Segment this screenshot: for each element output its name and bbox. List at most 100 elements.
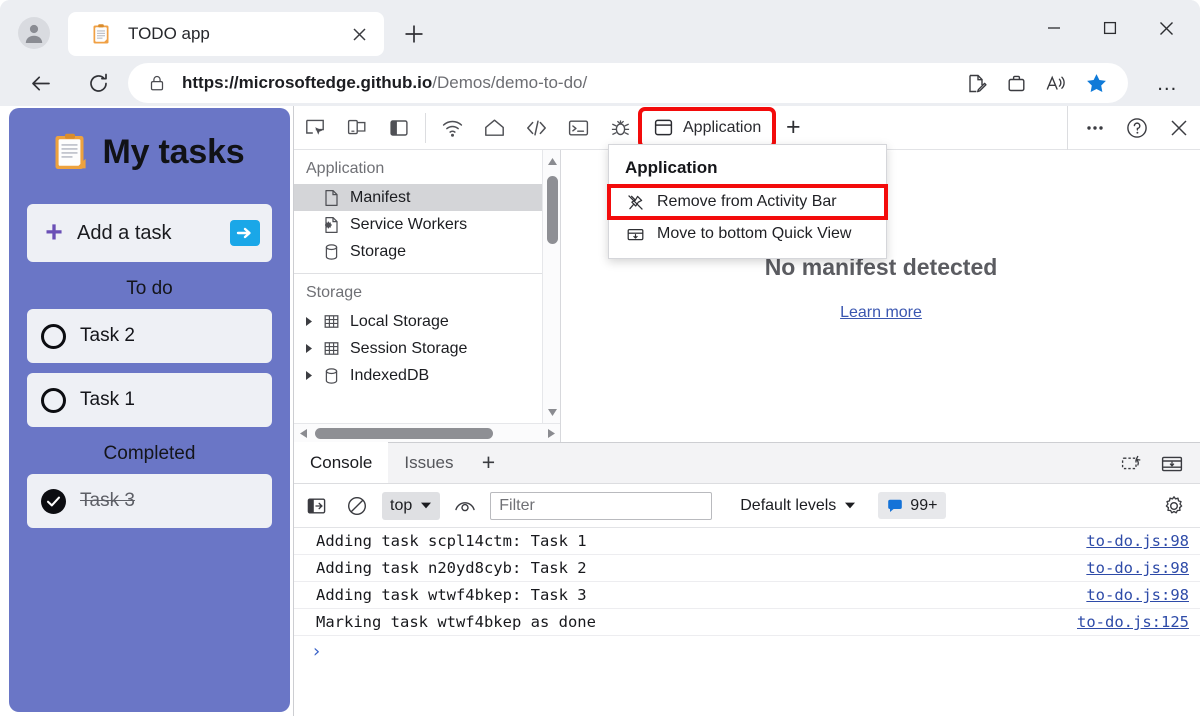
activity-bar-tab-application[interactable]: Application <box>637 106 777 149</box>
console-input-prompt[interactable]: › <box>294 636 1200 666</box>
chevron-right-icon[interactable] <box>303 370 315 382</box>
maximize-icon <box>1103 21 1117 35</box>
task-checkbox-checked-icon[interactable] <box>41 488 66 514</box>
console-log-message: Adding task wtwf4bkep: Task 3 <box>316 586 587 604</box>
task-row[interactable]: Task 2 <box>27 309 272 363</box>
minimize-button[interactable] <box>1026 8 1082 48</box>
drawer-tab-actions <box>1119 443 1193 484</box>
console-log-source-link[interactable]: to-do.js:125 <box>1077 613 1189 631</box>
console-log-source-link[interactable]: to-do.js:98 <box>1086 532 1189 550</box>
console-log-message: Adding task n20yd8cyb: Task 2 <box>316 559 587 577</box>
console-log-levels-selector[interactable]: Default levels <box>740 497 856 515</box>
close-devtools-icon[interactable] <box>1158 106 1200 150</box>
collections-icon[interactable] <box>998 67 1034 99</box>
console-issues-badge[interactable]: 99+ <box>878 492 947 519</box>
tree-horizontal-scrollbar[interactable] <box>294 423 560 442</box>
reload-button[interactable] <box>80 65 116 101</box>
console-log-row[interactable]: Adding task wtwf4bkep: Task 3 to-do.js:9… <box>294 582 1200 609</box>
console-log-row[interactable]: Adding task scpl14ctm: Task 1 to-do.js:9… <box>294 528 1200 555</box>
clear-console-icon[interactable] <box>342 491 372 521</box>
scroll-down-icon[interactable] <box>543 403 560 421</box>
section-title-completed: Completed <box>103 443 196 464</box>
inspect-icon[interactable] <box>294 106 336 150</box>
tab-close-button[interactable] <box>346 21 372 47</box>
tree-item-indexeddb[interactable]: IndexedDB <box>294 362 560 389</box>
task-row[interactable]: Task 1 <box>27 373 272 427</box>
devtools: Application + Application Remove from Ac… <box>293 106 1200 716</box>
application-tree-sidebar: Application Manifest Service Workers Sto… <box>294 150 561 442</box>
scroll-right-icon[interactable] <box>542 428 560 439</box>
add-task-input[interactable]: + Add a task <box>27 204 272 262</box>
context-menu-item-remove-from-activity-bar[interactable]: Remove from Activity Bar <box>607 184 888 220</box>
restore-drawer-icon[interactable] <box>1119 451 1145 477</box>
close-icon <box>352 27 366 41</box>
console-filter-input[interactable]: Filter <box>490 491 713 520</box>
chevron-right-icon[interactable] <box>303 316 315 328</box>
browser-more-menu-button[interactable]: … <box>1150 69 1186 97</box>
dock-drawer-icon[interactable] <box>1159 451 1185 477</box>
eye-icon[interactable] <box>450 491 480 521</box>
tree-item-manifest[interactable]: Manifest <box>294 184 560 211</box>
close-icon <box>1159 21 1173 35</box>
new-tab-button[interactable] <box>398 18 430 50</box>
plus-icon <box>405 25 423 43</box>
more-tools-icon[interactable] <box>1074 106 1116 150</box>
gear-icon[interactable] <box>1159 491 1189 521</box>
scrollbar-thumb[interactable] <box>315 427 493 439</box>
tree-item-service-workers[interactable]: Service Workers <box>294 211 560 238</box>
console-filter-placeholder: Filter <box>499 496 535 514</box>
back-button[interactable] <box>22 65 58 101</box>
drawer-add-tab-button[interactable]: + <box>470 442 508 483</box>
console-log-row[interactable]: Adding task n20yd8cyb: Task 2 to-do.js:9… <box>294 555 1200 582</box>
manifest-file-icon <box>322 188 341 207</box>
context-menu-title: Application <box>625 158 718 177</box>
chevron-right-icon[interactable] <box>303 343 315 355</box>
scroll-up-icon[interactable] <box>543 152 560 170</box>
section-title-todo: To do <box>126 278 173 299</box>
drawer-tab-console[interactable]: Console <box>294 442 389 483</box>
console-log-source-link[interactable]: to-do.js:98 <box>1086 586 1189 604</box>
console-log-row[interactable]: Marking task wtwf4bkep as done to-do.js:… <box>294 609 1200 636</box>
tree-item-local-storage[interactable]: Local Storage <box>294 308 560 335</box>
database-icon <box>322 242 341 261</box>
message-bubble-icon <box>888 499 903 512</box>
console-toolbar: top Filter Default levels 99+ <box>294 484 1200 528</box>
browser-tab[interactable]: TODO app <box>68 12 384 56</box>
tree-item-storage[interactable]: Storage <box>294 238 560 265</box>
toggle-sidebar-icon[interactable] <box>378 106 420 150</box>
tree-item-session-storage[interactable]: Session Storage <box>294 335 560 362</box>
favorite-icon[interactable] <box>1078 67 1114 99</box>
read-aloud-icon[interactable] <box>958 67 994 99</box>
help-icon[interactable] <box>1116 106 1158 150</box>
drawer-tab-issues[interactable]: Issues <box>388 442 469 483</box>
maximize-button[interactable] <box>1082 8 1138 48</box>
console-sidebar-icon[interactable] <box>302 491 332 521</box>
move-to-quick-view-icon <box>625 224 645 244</box>
console-context-selector[interactable]: top <box>382 491 441 520</box>
elements-icon[interactable] <box>515 106 557 150</box>
learn-more-link[interactable]: Learn more <box>840 304 922 322</box>
scroll-left-icon[interactable] <box>294 428 313 439</box>
profile-avatar[interactable] <box>18 17 50 49</box>
window-controls <box>1026 8 1194 48</box>
close-window-button[interactable] <box>1138 8 1194 48</box>
task-checkbox-unchecked-icon[interactable] <box>41 323 66 349</box>
console-icon[interactable] <box>557 106 599 150</box>
address-bar[interactable]: https://microsoftedge.github.io/Demos/de… <box>128 63 1128 103</box>
debugger-icon[interactable] <box>599 106 641 150</box>
tree-vertical-scrollbar[interactable] <box>542 150 560 423</box>
scrollbar-thumb[interactable] <box>547 176 558 244</box>
task-label: Task 3 <box>80 490 135 511</box>
add-tool-button[interactable]: + <box>773 106 813 150</box>
network-icon[interactable] <box>431 106 473 150</box>
context-menu-item-move-to-bottom-quick-view[interactable]: Move to bottom Quick View <box>609 218 886 250</box>
device-emulation-icon[interactable] <box>336 106 378 150</box>
task-row[interactable]: Task 3 <box>27 474 272 528</box>
welcome-home-icon[interactable] <box>473 106 515 150</box>
tree-group-label-storage: Storage <box>306 284 363 301</box>
page-viewport: My tasks + Add a task To do Task 2 Task <box>0 106 293 716</box>
task-checkbox-unchecked-icon[interactable] <box>41 387 66 413</box>
immersive-reader-icon[interactable] <box>1038 67 1074 99</box>
console-log-source-link[interactable]: to-do.js:98 <box>1086 559 1189 577</box>
add-task-submit-button[interactable] <box>230 220 260 246</box>
